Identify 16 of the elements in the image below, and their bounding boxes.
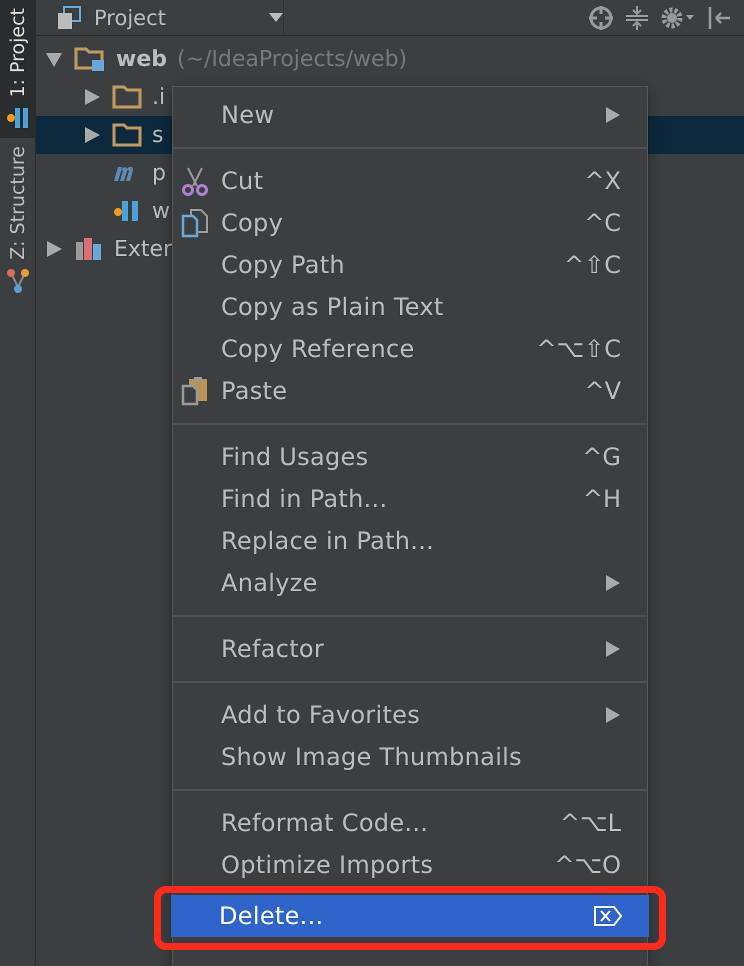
shortcut-label: ^V xyxy=(584,377,621,405)
shortcut-label: ^X xyxy=(584,167,621,195)
shortcut-label: ^C xyxy=(584,209,621,237)
tree-item-label: Exter xyxy=(114,236,172,262)
tree-item-label: p xyxy=(152,160,166,186)
project-path: (~/IdeaProjects/web) xyxy=(177,46,408,72)
tree-item-label: web xyxy=(116,46,167,72)
shortcut-label: ^⇧C xyxy=(564,251,621,279)
shortcut-label: ^⌥O xyxy=(554,851,621,879)
shortcut-label: ^⌥L xyxy=(560,809,621,837)
tree-item-label: .i xyxy=(152,84,166,110)
shortcut-label: ^⌥⇧C xyxy=(536,335,621,363)
tree-item-label: w xyxy=(152,198,170,224)
shortcut-label: ^H xyxy=(582,485,621,513)
tree-item-label: s xyxy=(152,122,164,148)
shortcut-label: ^G xyxy=(582,443,621,471)
